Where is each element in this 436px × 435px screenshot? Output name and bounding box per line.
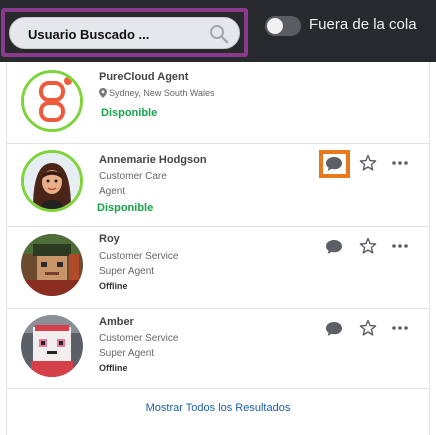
chat-icon[interactable] (325, 239, 343, 255)
result-status: Disponible (97, 202, 154, 214)
avatar (21, 234, 83, 296)
queue-toggle-knob (267, 18, 283, 34)
result-title: Super Agent (99, 348, 155, 359)
search-input-value: Usuario Buscado ... (28, 27, 150, 42)
result-name[interactable]: Annemarie Hodgson (99, 154, 207, 166)
avatar (21, 315, 83, 377)
star-icon[interactable] (359, 154, 377, 172)
queue-toggle-label: Fuera de la cola (309, 16, 417, 33)
map-pin-icon (99, 88, 107, 98)
queue-toggle[interactable] (265, 16, 301, 36)
star-icon[interactable] (359, 237, 377, 255)
result-actions (325, 235, 421, 259)
result-status: Offline (99, 363, 128, 373)
result-title: Super Agent (99, 266, 155, 277)
result-row[interactable]: Annemarie Hodgson Customer Care Agent Di… (7, 144, 429, 227)
avatar (21, 70, 83, 132)
result-actions (319, 150, 421, 178)
avatar (21, 150, 83, 212)
search-highlight-frame: Usuario Buscado ... (1, 8, 248, 57)
show-all-results-link[interactable]: Mostrar Todos los Resultados (7, 402, 429, 414)
chat-icon[interactable] (325, 156, 343, 172)
result-name[interactable]: PureCloud Agent (99, 71, 188, 83)
search-results-panel: PureCloud Agent Sydney, New South Wales … (6, 62, 430, 435)
result-status: Offline (99, 281, 128, 291)
result-location: Sydney, New South Wales (109, 88, 215, 98)
star-icon[interactable] (359, 319, 377, 337)
result-title: Agent (99, 186, 126, 197)
more-options-icon[interactable] (391, 160, 409, 166)
result-department: Customer Service (99, 333, 179, 344)
chat-icon[interactable] (325, 321, 343, 337)
result-name[interactable]: Amber (99, 316, 134, 328)
result-status: Disponible (101, 107, 158, 119)
result-row[interactable]: Roy Customer Service Super Agent Offline (7, 227, 429, 309)
search-icon[interactable] (209, 24, 229, 44)
result-row[interactable]: PureCloud Agent Sydney, New South Wales … (7, 62, 429, 144)
more-options-icon[interactable] (391, 325, 409, 331)
top-bar: Usuario Buscado ... Fuera de la cola (0, 0, 436, 62)
more-options-icon[interactable] (391, 243, 409, 249)
result-name[interactable]: Roy (99, 233, 120, 245)
result-row[interactable]: Amber Customer Service Super Agent Offli… (7, 309, 429, 389)
result-department: Customer Service (99, 251, 179, 262)
result-department: Customer Care (99, 171, 167, 182)
search-input[interactable]: Usuario Buscado ... (9, 17, 240, 49)
result-actions (325, 317, 421, 341)
